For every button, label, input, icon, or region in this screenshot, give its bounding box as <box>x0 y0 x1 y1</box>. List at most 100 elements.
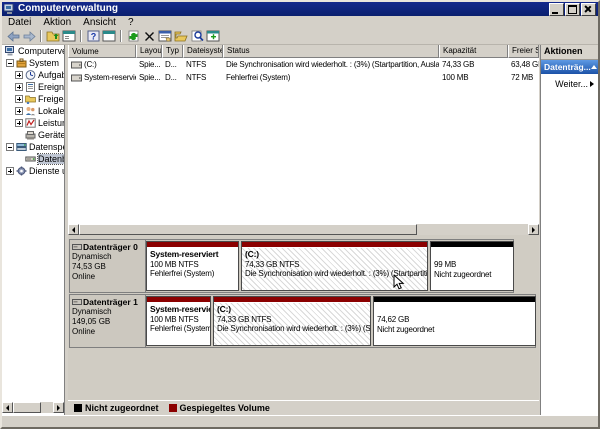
refresh-icon[interactable] <box>125 29 141 43</box>
tree-item-label: Geräte <box>38 130 64 140</box>
toolbar-separator <box>80 30 82 42</box>
volume-list-header: Volume Layout Typ Dateisystem Status Kap… <box>68 45 539 58</box>
tree-item-ereignisanzeige[interactable]: Ereigni <box>2 81 64 93</box>
delete-icon[interactable] <box>141 29 157 43</box>
tree-item-label: Dienste un <box>29 166 64 176</box>
menu-aktion[interactable]: Aktion <box>37 17 77 28</box>
drive-icon <box>71 74 82 82</box>
tree-item-leistung[interactable]: Leistun <box>2 117 64 129</box>
scroll-left-icon[interactable] <box>2 402 13 413</box>
collapse-icon[interactable] <box>6 59 14 67</box>
disk-1-partition-system-reserviert[interactable]: System-reserviert 100 MB NTFS Fehlerfrei… <box>146 296 211 346</box>
shared-folders-icon <box>25 94 36 104</box>
snapin-window-icon[interactable] <box>205 29 221 43</box>
tree-item-lokale-benutzer[interactable]: Lokale <box>2 105 64 117</box>
help-icon[interactable]: ? <box>85 29 101 43</box>
expand-icon[interactable] <box>15 119 23 127</box>
window-title: Computerverwaltung <box>18 4 118 14</box>
toolbar-separator <box>40 30 42 42</box>
expand-icon[interactable] <box>15 95 23 103</box>
tree-item-label: Leistun <box>38 118 64 128</box>
tree-item-label: System <box>29 58 59 68</box>
titlebar[interactable]: Computerverwaltung <box>2 2 598 16</box>
expand-icon[interactable] <box>15 83 23 91</box>
open-folder-icon[interactable] <box>173 29 189 43</box>
disk-1-unallocated[interactable]: 74,62 GB Nicht zugeordnet <box>373 296 536 346</box>
actions-pane: Aktionen Datenträg... Weiter... <box>540 45 599 415</box>
tree-item-aufgabenplanung[interactable]: Aufgab <box>2 69 64 81</box>
tree-item-label: Computerverw <box>18 46 64 56</box>
disk-management-icon <box>25 154 36 164</box>
tree-item-freigegebene-ordner[interactable]: Freigeg <box>2 93 64 105</box>
list-horizontal-scrollbar[interactable] <box>68 224 539 235</box>
scroll-right-icon[interactable] <box>53 402 64 413</box>
console-tree-icon[interactable] <box>61 29 77 43</box>
tree-item-label: Aufgab <box>38 70 64 80</box>
actions-more[interactable]: Weiter... <box>541 74 599 89</box>
tree-item-label: Freigeg <box>38 94 64 104</box>
expand-icon[interactable] <box>6 167 14 175</box>
forward-icon[interactable] <box>21 29 37 43</box>
scroll-left-icon[interactable] <box>68 224 79 235</box>
column-header-typ[interactable]: Typ <box>162 45 183 58</box>
close-button[interactable] <box>581 3 596 16</box>
tree-item-system[interactable]: System <box>2 57 64 69</box>
scrollbar-thumb[interactable] <box>79 224 417 235</box>
disk-0-partition-c[interactable]: (C:) 74,33 GB NTFS Die Synchronisation w… <box>241 241 428 291</box>
menu-datei[interactable]: Datei <box>2 17 37 28</box>
drive-icon <box>71 61 82 69</box>
disk-0-partition-system-reserviert[interactable]: System-reserviert 100 MB NTFS Fehlerfrei… <box>146 241 239 291</box>
up-level-icon[interactable] <box>45 29 61 43</box>
tree-item-geraete-manager[interactable]: Geräte <box>2 129 64 141</box>
console-window-icon[interactable] <box>101 29 117 43</box>
disk-0-header[interactable]: Datenträger 0 Dynamisch 74,53 GB Online <box>70 240 146 292</box>
computer-icon <box>5 46 16 56</box>
disk-row-1: Datenträger 1 Dynamisch 149,05 GB Online… <box>69 294 536 348</box>
task-scheduler-icon <box>25 70 36 80</box>
minimize-button[interactable] <box>549 3 564 16</box>
tree-item-datentraegerverwaltung[interactable]: Datenb <box>2 153 64 165</box>
collapse-icon[interactable] <box>6 143 14 151</box>
event-viewer-icon <box>25 82 36 92</box>
scroll-right-icon[interactable] <box>528 224 539 235</box>
tree-item-label: Lokale <box>38 106 64 116</box>
disk-1-partition-c[interactable]: (C:) 74,33 GB NTFS Die Synchronisation w… <box>213 296 371 346</box>
maximize-button[interactable] <box>565 3 580 16</box>
column-header-layout[interactable]: Layout <box>136 45 162 58</box>
system-tools-icon <box>16 58 27 68</box>
disk-0-unallocated[interactable]: 99 MB Nicht zugeordnet <box>430 241 514 291</box>
volume-row-system-reserviert[interactable]: System-reserviert Spie... D... NTFS Fehl… <box>68 71 539 84</box>
tree-item-label: Ereigni <box>38 82 64 92</box>
tree-item-datenspeicher[interactable]: Datenspeic <box>2 141 64 153</box>
expand-icon[interactable] <box>15 71 23 79</box>
tree-horizontal-scrollbar[interactable] <box>2 402 64 413</box>
menu-ansicht[interactable]: Ansicht <box>77 17 122 28</box>
chevron-right-icon <box>590 81 597 87</box>
back-icon[interactable] <box>5 29 21 43</box>
svg-text:?: ? <box>90 32 96 42</box>
actions-group-datentraeger[interactable]: Datenträg... <box>541 60 599 74</box>
volume-row-c[interactable]: (C:) Spie... D... NTFS Die Synchronisati… <box>68 58 539 71</box>
disk-1-size: 149,05 GB <box>72 317 145 327</box>
properties-icon[interactable] <box>157 29 173 43</box>
statusbar <box>2 415 598 428</box>
search-icon[interactable] <box>189 29 205 43</box>
column-header-status[interactable]: Status <box>223 45 439 58</box>
scrollbar-thumb[interactable] <box>13 402 41 413</box>
chevron-up-icon <box>591 62 597 69</box>
disk-1-header[interactable]: Datenträger 1 Dynamisch 149,05 GB Online <box>70 295 146 347</box>
tree-item-dienste-und-anwendungen[interactable]: Dienste un <box>2 165 64 177</box>
computer-management-window: Computerverwaltung Datei Aktion Ansicht … <box>0 0 600 429</box>
expand-icon[interactable] <box>15 107 23 115</box>
column-header-freier-speicher[interactable]: Freier S <box>508 45 539 58</box>
legend-mirrored-volume: Gespiegeltes Volume <box>169 403 270 413</box>
column-header-dateisystem[interactable]: Dateisystem <box>183 45 223 58</box>
tree-item-computerverwaltung[interactable]: Computerverw <box>2 45 64 57</box>
app-icon <box>4 4 15 14</box>
unallocated-swatch <box>74 404 82 412</box>
column-header-volume[interactable]: Volume <box>68 45 136 58</box>
menu-hilfe[interactable]: ? <box>122 17 140 28</box>
performance-icon <box>25 118 36 128</box>
disk-row-0: Datenträger 0 Dynamisch 74,53 GB Online … <box>69 239 514 293</box>
column-header-kapazitaet[interactable]: Kapazität <box>439 45 508 58</box>
